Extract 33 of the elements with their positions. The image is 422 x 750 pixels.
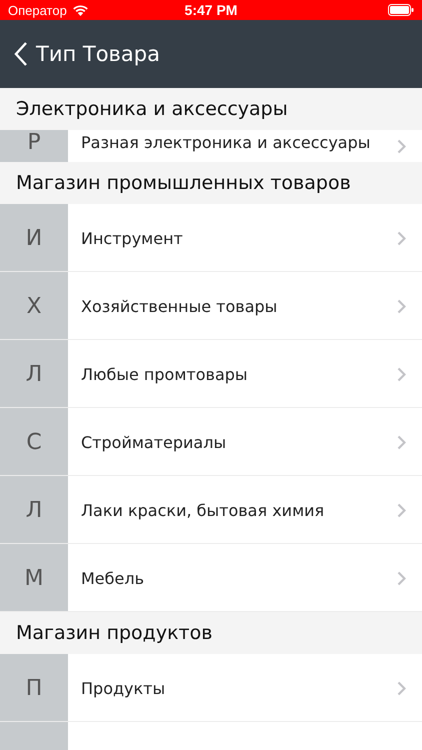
chevron-icon bbox=[397, 502, 406, 518]
section-title: Электроника и аксессуары bbox=[16, 98, 288, 120]
letter-tile: Х bbox=[0, 272, 68, 339]
letter-tile: П bbox=[0, 654, 68, 721]
chevron-icon bbox=[397, 570, 406, 586]
list-row[interactable]: М Мебель bbox=[0, 544, 422, 611]
chevron-icon bbox=[397, 298, 406, 314]
chevron-icon bbox=[397, 138, 406, 154]
carrier-label: Оператор bbox=[8, 2, 67, 18]
list-row[interactable]: С Стройматериалы bbox=[0, 408, 422, 475]
list-row[interactable]: Л Лаки краски, бытовая химия bbox=[0, 476, 422, 543]
section-title: Магазин промышленных товаров bbox=[16, 172, 351, 194]
chevron-icon bbox=[397, 230, 406, 246]
battery-icon bbox=[388, 4, 414, 16]
list-row[interactable]: И Инструмент bbox=[0, 204, 422, 271]
list-row[interactable]: Х Хозяйственные товары bbox=[0, 272, 422, 339]
letter-tile: Р bbox=[0, 130, 68, 162]
letter-tile: Л bbox=[0, 476, 68, 543]
chevron-icon bbox=[397, 434, 406, 450]
clock-label: 5:47 PM bbox=[184, 2, 238, 18]
screen-title: Тип Товара bbox=[36, 42, 160, 66]
letter-tile: С bbox=[0, 408, 68, 475]
letter-tile: М bbox=[0, 544, 68, 611]
list-row[interactable]: Л Любые промтовары bbox=[0, 340, 422, 407]
list-row[interactable]: Р Разная электроника и аксессуары bbox=[0, 130, 422, 162]
back-icon[interactable] bbox=[14, 41, 28, 67]
list-row[interactable]: П Продукты bbox=[0, 654, 422, 721]
chevron-icon bbox=[397, 680, 406, 696]
wifi-icon bbox=[72, 4, 89, 16]
letter-tile: И bbox=[0, 204, 68, 271]
section-title: Магазин продуктов bbox=[16, 622, 212, 644]
chevron-icon bbox=[397, 366, 406, 382]
letter-tile: Л bbox=[0, 340, 68, 407]
